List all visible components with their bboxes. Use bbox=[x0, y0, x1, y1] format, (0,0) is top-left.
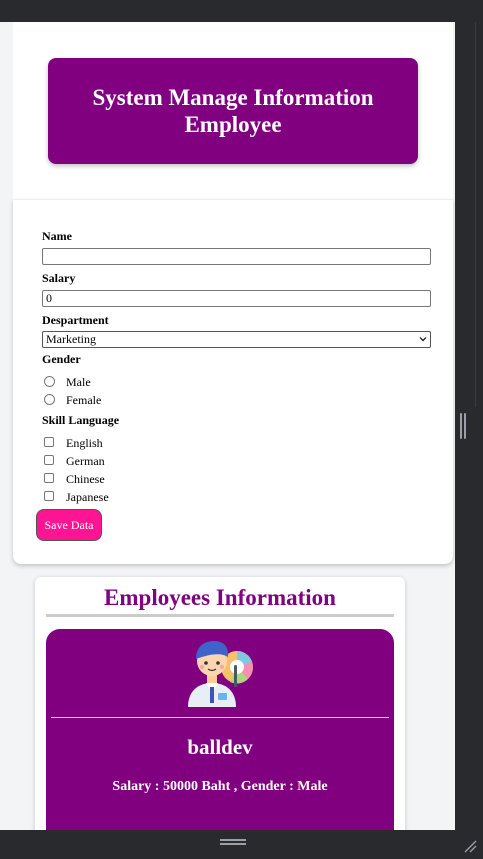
page-viewport: System Manage Information Employee Name … bbox=[0, 0, 455, 830]
name-label: Name bbox=[42, 229, 72, 243]
name-input[interactable] bbox=[42, 248, 431, 265]
skill-option-label: Japanese bbox=[66, 490, 109, 504]
skill-option-label: Chinese bbox=[66, 472, 105, 486]
save-data-button[interactable]: Save Data bbox=[36, 509, 102, 541]
salary-label: Salary bbox=[42, 271, 76, 285]
department-select[interactable]: Marketing bbox=[42, 331, 431, 348]
header-card: System Manage Information Employee bbox=[13, 22, 453, 199]
salary-input[interactable]: 0 bbox=[42, 290, 431, 307]
gender-radio-male[interactable] bbox=[44, 376, 55, 387]
resize-handle-icon[interactable] bbox=[460, 413, 467, 439]
employees-info-card: Employees Information balldev Salary: 5… bbox=[35, 577, 405, 830]
skill-checkbox-english[interactable] bbox=[44, 437, 54, 447]
gender-option-label: Male bbox=[66, 375, 91, 389]
chevron-down-icon bbox=[419, 337, 427, 342]
employee-card: balldev Salary : 50000 Baht , Gender : M… bbox=[46, 629, 394, 830]
section-divider bbox=[46, 614, 394, 617]
gender-radio-female[interactable] bbox=[44, 394, 55, 405]
skill-option-label: English bbox=[66, 436, 103, 450]
skill-label: Skill Language bbox=[42, 413, 120, 427]
corner-resize-icon[interactable] bbox=[463, 839, 477, 853]
employee-card-divider bbox=[51, 717, 389, 718]
employee-name: balldev bbox=[187, 735, 253, 759]
department-label: Despartment bbox=[42, 313, 109, 327]
employee-form: Name Salary 0 Despartment Marketing Gend… bbox=[13, 199, 453, 564]
skill-checkbox-german[interactable] bbox=[44, 455, 54, 465]
employee-avatar-icon bbox=[188, 641, 253, 707]
gender-label: Gender bbox=[42, 352, 81, 366]
scroll-grip-icon[interactable] bbox=[220, 839, 246, 847]
browser-top-bar bbox=[0, 0, 483, 22]
employee-details: Salary : 50000 Baht , Gender : Male bbox=[112, 779, 328, 794]
browser-bottom-bar bbox=[0, 830, 483, 859]
page-title: System Manage Information Employee bbox=[48, 58, 418, 164]
department-selected-value: Marketing bbox=[46, 332, 96, 346]
skill-checkbox-chinese[interactable] bbox=[44, 473, 54, 483]
employees-section-title: Employees Information bbox=[104, 585, 336, 610]
gender-option-label: Female bbox=[66, 393, 102, 407]
skill-option-label: German bbox=[66, 454, 105, 468]
skill-checkbox-japanese[interactable] bbox=[44, 491, 54, 501]
